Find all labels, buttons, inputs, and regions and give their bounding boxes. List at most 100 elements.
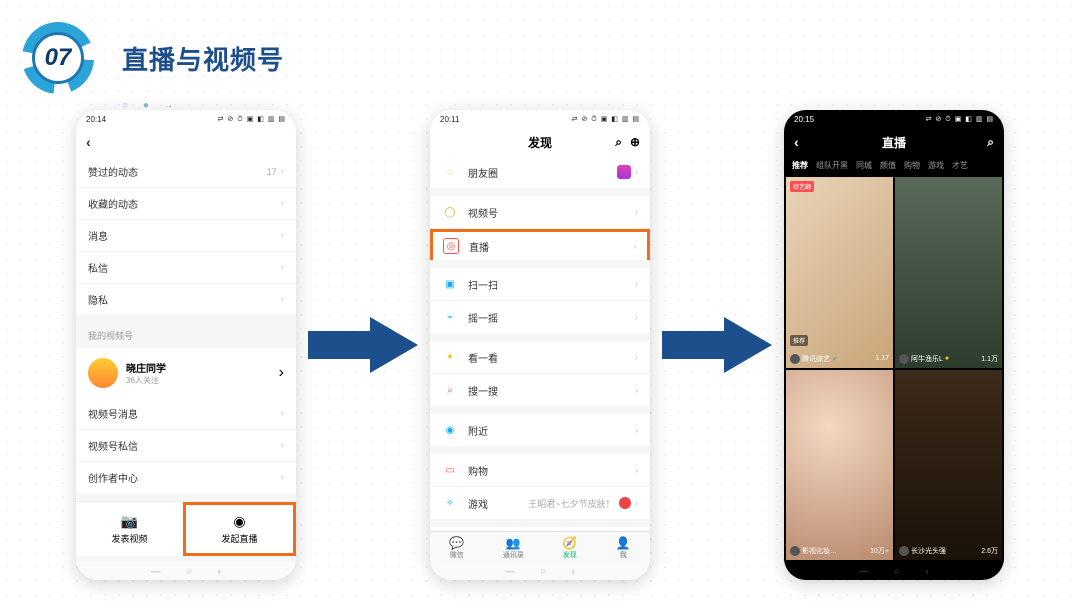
- tab-chat[interactable]: 💬微信: [449, 536, 464, 560]
- live-category-tabs: 推荐 组队开黑 同城 颜值 购物 游戏 才艺: [784, 156, 1004, 175]
- live-grid: 综艺翻 推荐 腾讯综艺✔1.17 阿牛渔乐L●1.1万 影视化妆…10万+ 长沙…: [784, 175, 1004, 562]
- viewer-count: 1.1万: [981, 354, 998, 364]
- item-value: 王昭君~七夕节皮肤！: [528, 497, 614, 510]
- tab-recommend[interactable]: 推荐: [792, 160, 808, 171]
- thumbnail: [895, 177, 1002, 368]
- publish-video-button[interactable]: 📷 发表视频: [76, 502, 183, 556]
- discover-item-look[interactable]: ✦看一看›: [430, 341, 650, 374]
- slide-title: 直播与视频号: [122, 40, 284, 77]
- back-icon[interactable]: ‹: [794, 134, 799, 150]
- viewer-count: 1.17: [875, 355, 889, 362]
- list-item[interactable]: 消息›: [76, 220, 296, 252]
- chevron-right-icon: ›: [281, 408, 284, 419]
- tab-label: 发现: [563, 550, 577, 560]
- live-cell[interactable]: 影视化妆…10万+: [786, 370, 893, 561]
- discover-icon: 🧭: [562, 536, 577, 550]
- list-item[interactable]: 创作者中心›: [76, 462, 296, 493]
- tab-discover[interactable]: 🧭发现: [562, 536, 577, 560]
- item-label: 摇一摇: [468, 310, 635, 325]
- scan-icon: ▣: [442, 276, 458, 292]
- tab-local[interactable]: 同城: [856, 160, 872, 171]
- item-value: 17: [267, 167, 277, 177]
- start-live-button[interactable]: ◉ 发起直播: [183, 502, 296, 556]
- item-label: 视频号: [468, 205, 635, 220]
- statusbar-2: 20:11 ⇄ ⊘ ⏱ ▣ ◧ ▥ ▤: [430, 110, 650, 128]
- chevron-right-icon: ›: [281, 166, 284, 177]
- tab-team[interactable]: 组队开黑: [816, 160, 848, 171]
- item-label: 直播: [469, 239, 634, 254]
- discover-item-search[interactable]: ⌕搜一搜›: [430, 374, 650, 406]
- back-icon[interactable]: ‹: [86, 134, 91, 150]
- item-label: 搜一搜: [468, 383, 635, 398]
- item-label: 视频号消息: [88, 406, 281, 421]
- titlebar-1: ‹: [76, 128, 296, 156]
- slide-number: 07: [32, 32, 84, 84]
- avatar: [899, 546, 909, 556]
- status-icons: ⇄ ⊘ ⏱ ▣ ◧ ▥ ▤: [572, 115, 640, 124]
- discover-item-live[interactable]: ◎直播›: [430, 229, 650, 260]
- item-label: 私信: [88, 260, 281, 275]
- list-item[interactable]: 隐私›: [76, 284, 296, 315]
- chevron-right-icon: ›: [635, 279, 638, 290]
- item-label: 游戏: [468, 496, 528, 511]
- discover-item-shopping[interactable]: ▭购物›: [430, 454, 650, 487]
- plus-icon[interactable]: ⊕: [630, 135, 640, 150]
- discover-item-nearby[interactable]: ◉附近›: [430, 414, 650, 446]
- tab-game[interactable]: 游戏: [928, 160, 944, 171]
- statusbar-3: 20:15 ⇄ ⊘ ⏱ ▣ ◧ ▥ ▤: [784, 110, 1004, 128]
- item-label: 消息: [88, 228, 281, 243]
- discover-item-scan[interactable]: ▣扫一扫›: [430, 268, 650, 301]
- discover-list: ◌朋友圈› ◯视频号› ◎直播› ▣扫一扫› ⌁摇一摇› ✦看一看› ⌕搜一搜›…: [430, 156, 650, 531]
- tab-me[interactable]: 👤我: [616, 536, 631, 560]
- item-label: 赞过的动态: [88, 164, 267, 179]
- phone-1: 20:14 ⇄ ⊘ ⏱ ▣ ◧ ▥ ▤ ‹ 赞过的动态17 › 收藏的动态› 消息…: [76, 110, 296, 580]
- discover-item-channels[interactable]: ◯视频号›: [430, 196, 650, 229]
- live-cell[interactable]: 综艺翻 推荐 腾讯综艺✔1.17: [786, 177, 893, 368]
- discover-item-shake[interactable]: ⌁摇一摇›: [430, 301, 650, 333]
- live-cell[interactable]: 阿牛渔乐L●1.1万: [895, 177, 1002, 368]
- chevron-right-icon: ›: [635, 385, 638, 396]
- search-icon[interactable]: ⌕: [615, 135, 622, 150]
- thumbnail: [786, 370, 893, 561]
- viewer-count: 2.6万: [981, 546, 998, 556]
- avatar: [619, 497, 631, 509]
- profile-row[interactable]: 晓庄同学 36人关注 ›: [76, 348, 296, 398]
- me-icon: 👤: [616, 536, 631, 550]
- avatar: [88, 358, 118, 388]
- profile-sub: 36人关注: [126, 375, 166, 386]
- live-icon: ◎: [443, 238, 459, 254]
- tab-shopping[interactable]: 购物: [904, 160, 920, 171]
- android-nav: —○‹: [784, 562, 1004, 580]
- tab-label: 通讯录: [503, 550, 524, 560]
- arrow-right-icon: [308, 315, 418, 375]
- chevron-right-icon: ›: [635, 167, 638, 178]
- channels-icon: ◯: [442, 204, 458, 220]
- item-label: 朋友圈: [468, 165, 617, 180]
- search-icon[interactable]: ⌕: [987, 135, 994, 150]
- list-1: 赞过的动态17› 收藏的动态› 消息› 私信› 隐私› 我的视频号 晓庄同学 3…: [76, 156, 296, 562]
- list-item[interactable]: 私信›: [76, 252, 296, 284]
- list-item[interactable]: 收藏的动态›: [76, 188, 296, 220]
- avatar: [899, 354, 909, 364]
- list-item[interactable]: 赞过的动态17 ›: [76, 156, 296, 188]
- tab-talent[interactable]: 才艺: [952, 160, 968, 171]
- discover-item-moments[interactable]: ◌朋友圈›: [430, 156, 650, 188]
- live-cell[interactable]: 长沙光头强2.6万: [895, 370, 1002, 561]
- list-item[interactable]: 视频号消息›: [76, 398, 296, 430]
- streamer-name: 阿牛渔乐L: [911, 354, 943, 364]
- chevron-right-icon: ›: [635, 498, 638, 509]
- status-icons: ⇄ ⊘ ⏱ ▣ ◧ ▥ ▤: [218, 115, 286, 124]
- discover-item-games[interactable]: ✧游戏王昭君~七夕节皮肤！›: [430, 487, 650, 519]
- streamer-name: 腾讯综艺: [802, 354, 830, 364]
- tab-contacts[interactable]: 👥通讯录: [503, 536, 524, 560]
- slide-header: 07 直播与视频号 ○ ● →: [22, 22, 284, 94]
- list-item[interactable]: 视频号私信›: [76, 430, 296, 462]
- arrow-right-icon: [662, 315, 772, 375]
- statusbar-1: 20:14 ⇄ ⊘ ⏱ ▣ ◧ ▥ ▤: [76, 110, 296, 128]
- tab-beauty[interactable]: 颜值: [880, 160, 896, 171]
- item-label: 附近: [468, 423, 635, 438]
- item-label: 看一看: [468, 350, 635, 365]
- time: 20:15: [794, 115, 814, 124]
- chevron-right-icon: ›: [635, 352, 638, 363]
- android-nav: —○‹: [76, 562, 296, 580]
